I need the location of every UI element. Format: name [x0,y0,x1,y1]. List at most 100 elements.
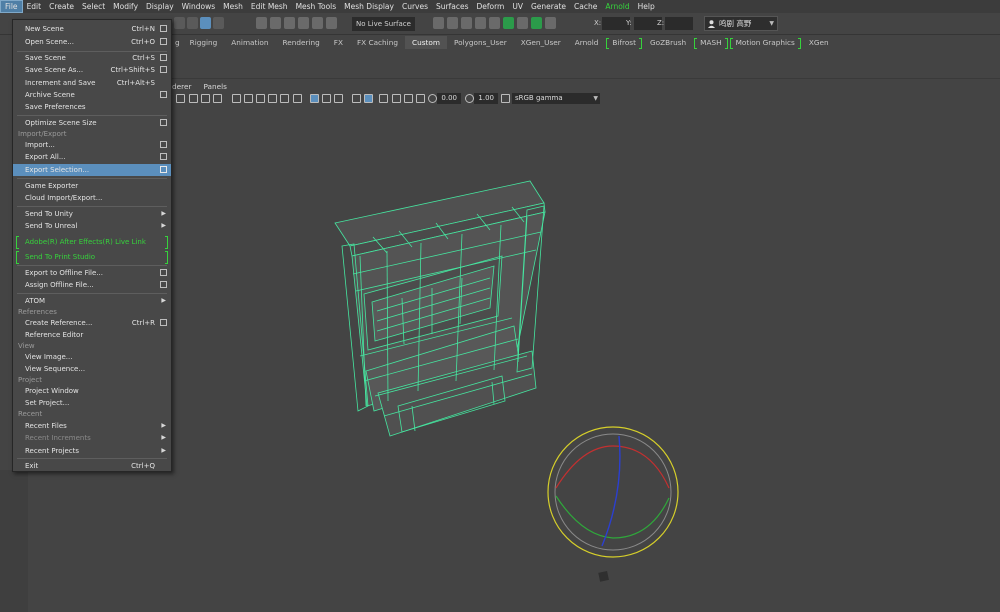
menu-item-send-to-unity[interactable]: Send To Unity ▶ [13,208,171,220]
tab-xgen-user[interactable]: XGen_User [514,36,568,49]
menu-item-save-scene[interactable]: Save Scene Ctrl+S [13,52,171,64]
snap-grid-icon[interactable] [256,17,267,29]
menu-select[interactable]: Select [78,0,109,13]
menu-item-export-selection[interactable]: Export Selection... [13,164,171,176]
shadows-icon[interactable] [293,94,302,103]
option-box-icon[interactable] [160,319,167,326]
paint-tool-icon[interactable] [200,17,211,29]
option-box-icon[interactable] [160,25,167,32]
menu-item-assign-offline-file[interactable]: Assign Offline File... [13,279,171,291]
option-box-icon[interactable] [160,141,167,148]
menu-mesh-display[interactable]: Mesh Display [340,0,398,13]
tab-mash[interactable]: MASH [693,36,728,49]
exposure-icon[interactable] [428,94,437,103]
tab-rigging[interactable]: Rigging [183,36,225,49]
construction-icon[interactable] [447,17,458,29]
menu-item-recent-files[interactable]: Recent Files ▶ [13,420,171,432]
arnold-render-icon[interactable] [531,17,542,29]
snap-edge-icon[interactable] [326,17,337,29]
menu-item-project-window[interactable]: Project Window [13,385,171,397]
menu-surfaces[interactable]: Surfaces [432,0,472,13]
menu-item-game-exporter[interactable]: Game Exporter [13,180,171,192]
pause-icon[interactable] [545,17,556,29]
menu-item-archive-scene[interactable]: Archive Scene [13,89,171,101]
coord-z-field[interactable] [665,17,693,30]
snap-surface-icon[interactable] [312,17,323,29]
lasso-tool-icon[interactable] [187,17,198,29]
history-icon[interactable] [433,17,444,29]
gate-mask-icon[interactable] [379,94,388,103]
menu-mesh-tools[interactable]: Mesh Tools [292,0,341,13]
view-transform-icon[interactable] [501,94,510,103]
tab-fx[interactable]: FX [327,36,350,49]
camera-icon[interactable] [176,94,185,103]
option-box-icon[interactable] [160,153,167,160]
grid-icon[interactable] [352,94,361,103]
option-box-icon[interactable] [160,54,167,61]
menu-mesh[interactable]: Mesh [219,0,247,13]
safe-action-icon[interactable] [404,94,413,103]
menu-item-view-image[interactable]: View Image... [13,351,171,363]
menu-create[interactable]: Create [45,0,78,13]
tab-bifrost[interactable]: Bifrost [605,36,643,49]
menu-windows[interactable]: Windows [178,0,219,13]
menu-item-exit[interactable]: Exit Ctrl+Q [13,460,171,472]
resolution-gate-icon[interactable] [364,94,373,103]
tab-arnold[interactable]: Arnold [568,36,606,49]
snap-point-icon[interactable] [284,17,295,29]
user-account-dropdown[interactable]: 鸣剧 高野 ▼ [704,16,778,31]
option-box-icon[interactable] [160,91,167,98]
menu-edit-mesh[interactable]: Edit Mesh [247,0,292,13]
tab-rendering-partial[interactable]: g [172,36,183,49]
menu-item-cloud-import-export[interactable]: Cloud Import/Export... [13,192,171,204]
panel-menu-renderer[interactable]: derer [172,81,197,92]
panel-menu-panels[interactable]: Panels [197,81,233,92]
tab-motion-graphics[interactable]: Motion Graphics [729,36,802,49]
menu-curves[interactable]: Curves [398,0,432,13]
exposure-field[interactable]: 0.00 [437,93,461,104]
menu-item-save-preferences[interactable]: Save Preferences [13,101,171,113]
wireframe-icon[interactable] [232,94,241,103]
option-box-icon[interactable] [160,38,167,45]
menu-item-set-project[interactable]: Set Project... [13,397,171,409]
tab-gozbrush[interactable]: GoZBrush [643,36,693,49]
tab-polygons-user[interactable]: Polygons_User [447,36,514,49]
menu-item-new-scene[interactable]: New Scene Ctrl+N [13,23,171,35]
gamma-icon[interactable] [465,94,474,103]
menu-item-save-scene-as[interactable]: Save Scene As... Ctrl+Shift+S [13,64,171,76]
snap-curve-icon[interactable] [270,17,281,29]
safe-title-icon[interactable] [416,94,425,103]
menu-item-recent-projects[interactable]: Recent Projects ▶ [13,445,171,457]
option-box-icon[interactable] [160,66,167,73]
menu-item-increment-and-save[interactable]: Increment and Save Ctrl+Alt+S [13,77,171,89]
lights-icon[interactable] [280,94,289,103]
menu-uv[interactable]: UV [508,0,527,13]
menu-item-import[interactable]: Import... [13,139,171,151]
menu-item-send-to-unreal[interactable]: Send To Unreal ▶ [13,220,171,232]
menu-edit[interactable]: Edit [23,0,46,13]
menu-item-view-sequence[interactable]: View Sequence... [13,363,171,375]
menu-item-send-to-print-studio[interactable]: Send To Print Studio [13,251,171,264]
menu-item-create-reference[interactable]: Create Reference... Ctrl+R [13,317,171,329]
select-tool-icon[interactable] [174,17,185,29]
menu-arnold[interactable]: Arnold [601,0,633,13]
render-view-icon[interactable] [461,17,472,29]
bookmark-icon[interactable] [201,94,210,103]
option-box-icon[interactable] [160,166,167,173]
tab-xgen[interactable]: XGen [802,36,836,49]
menu-item-reference-editor[interactable]: Reference Editor [13,329,171,341]
field-chart-icon[interactable] [392,94,401,103]
object-mode-icon[interactable] [213,17,224,29]
menu-item-atom[interactable]: ATOM ▶ [13,295,171,307]
menu-item-after-effects-live-link[interactable]: Adobe(R) After Effects(R) Live Link [13,236,171,249]
snap-view-icon[interactable] [298,17,309,29]
isolate-select-icon[interactable] [310,94,319,103]
menu-deform[interactable]: Deform [472,0,508,13]
option-box-icon[interactable] [160,269,167,276]
menu-display[interactable]: Display [142,0,178,13]
smooth-shade-icon[interactable] [244,94,253,103]
menu-cache[interactable]: Cache [570,0,601,13]
render-settings-icon[interactable] [503,17,514,29]
image-plane-icon[interactable] [213,94,222,103]
option-box-icon[interactable] [160,119,167,126]
